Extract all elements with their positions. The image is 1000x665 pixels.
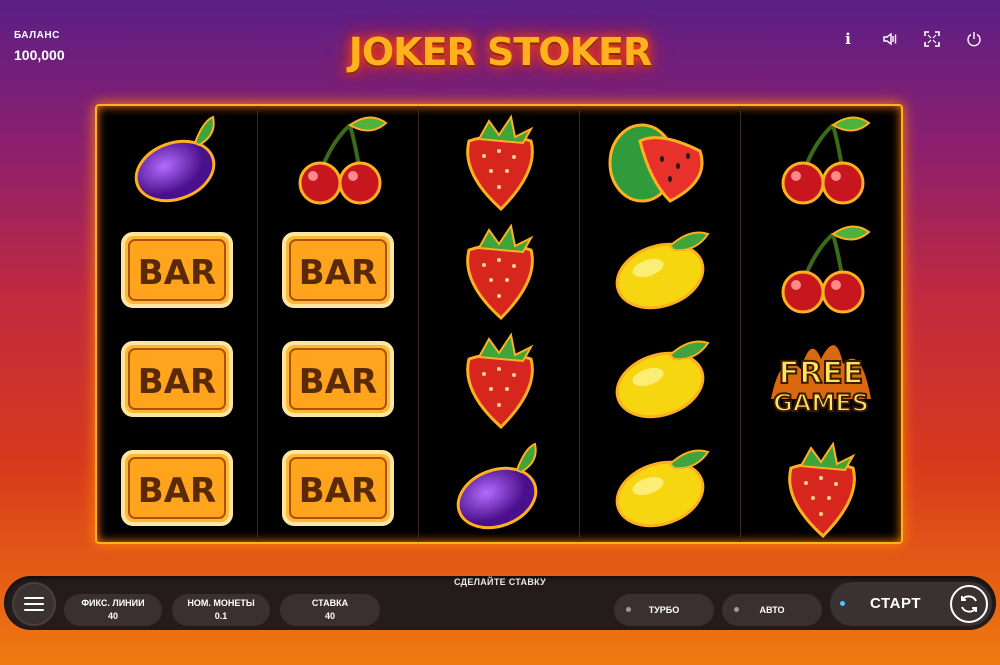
bar-symbol: BAR <box>258 324 418 433</box>
start-button[interactable]: СТАРТ <box>830 582 992 626</box>
auto-indicator <box>734 607 739 612</box>
lemon-symbol <box>580 433 740 542</box>
bar-symbol: BAR <box>258 433 418 542</box>
info-icon[interactable]: i <box>840 30 856 48</box>
svg-text:BAR: BAR <box>299 253 377 293</box>
lemon-symbol <box>580 324 740 433</box>
bar-symbol: BAR <box>97 433 257 542</box>
bet-label: СТАВКА <box>311 598 349 608</box>
reel-2: BAR BAR BAR <box>258 106 419 542</box>
coin-value-control[interactable]: НОМ. МОНЕТЫ 0.1 <box>172 594 270 626</box>
start-label: СТАРТ <box>870 595 921 612</box>
sound-icon[interactable] <box>882 30 898 48</box>
turbo-toggle[interactable]: ТУРБО <box>614 594 714 626</box>
svg-text:FREE: FREE <box>779 356 864 391</box>
menu-icon-line <box>24 597 44 599</box>
svg-text:BAR: BAR <box>138 471 216 511</box>
bet-control[interactable]: СТАВКА 40 <box>280 594 380 626</box>
strawberry-symbol <box>419 106 579 215</box>
reel-1: BAR BAR BAR <box>97 106 258 542</box>
svg-text:BAR: BAR <box>138 253 216 293</box>
cherry-symbol <box>741 106 901 215</box>
reel-5: FREE GAMES <box>741 106 901 542</box>
cherry-symbol <box>741 215 901 324</box>
game-logo: JOKER STOKER <box>348 30 653 74</box>
svg-text:GAMES: GAMES <box>773 389 869 417</box>
bar-symbol: BAR <box>97 324 257 433</box>
balance-label: БАЛАНС <box>14 30 60 41</box>
bet-value: 40 <box>324 611 335 621</box>
turbo-indicator <box>626 607 631 612</box>
free-games-symbol: FREE GAMES <box>741 324 901 433</box>
cherry-symbol <box>258 106 418 215</box>
turbo-label: ТУРБО <box>648 604 680 615</box>
menu-button[interactable] <box>12 582 56 626</box>
reel-4 <box>580 106 741 542</box>
strawberry-symbol <box>419 324 579 433</box>
spin-icon[interactable] <box>950 585 988 623</box>
fixed-lines-value: 40 <box>107 611 118 621</box>
fixed-lines-label: ФИКС. ЛИНИИ <box>81 598 145 608</box>
auto-label: АВТО <box>759 604 785 615</box>
svg-text:BAR: BAR <box>299 471 377 511</box>
top-toolbar: i <box>840 30 982 48</box>
bar-symbol: BAR <box>97 215 257 324</box>
watermelon-symbol <box>580 106 740 215</box>
menu-icon-line <box>24 603 44 605</box>
start-indicator <box>840 601 845 606</box>
lemon-symbol <box>580 215 740 324</box>
strawberry-symbol <box>741 433 901 542</box>
coin-value-value: 0.1 <box>214 611 228 621</box>
svg-text:BAR: BAR <box>138 362 216 402</box>
balance-value: 100,000 <box>14 47 65 63</box>
svg-text:BAR: BAR <box>299 362 377 402</box>
reels-grid: BAR BAR BAR BAR BAR BAR FREE GAMES <box>95 104 903 544</box>
power-icon[interactable] <box>966 30 982 48</box>
auto-toggle[interactable]: АВТО <box>722 594 822 626</box>
reel-3 <box>419 106 580 542</box>
plum-symbol <box>97 106 257 215</box>
bar-symbol: BAR <box>258 215 418 324</box>
menu-icon-line <box>24 609 44 611</box>
strawberry-symbol <box>419 215 579 324</box>
balance-display: БАЛАНС 100,000 <box>14 30 65 63</box>
coin-value-label: НОМ. МОНЕТЫ <box>187 598 255 608</box>
fixed-lines-control[interactable]: ФИКС. ЛИНИИ 40 <box>64 594 162 626</box>
fullscreen-icon[interactable] <box>924 30 940 48</box>
plum-symbol <box>419 433 579 542</box>
